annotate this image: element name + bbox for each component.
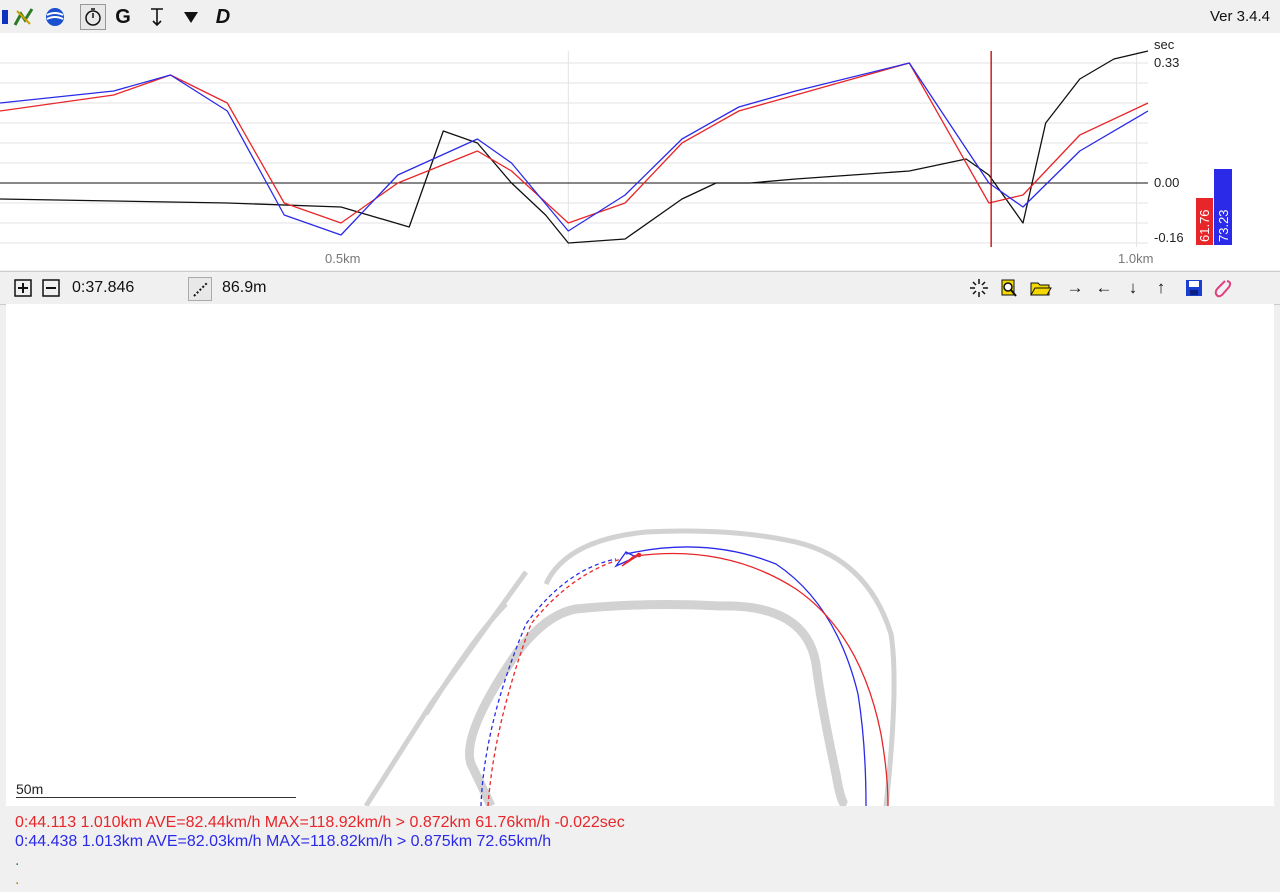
version-label: Ver 3.4.4 bbox=[1209, 8, 1270, 25]
map-toolbar: 0:37.846 86.9m → ← ↓ ↑ bbox=[0, 271, 1280, 305]
red-lap-line bbox=[635, 552, 889, 806]
stopwatch-icon[interactable] bbox=[80, 4, 106, 30]
measure-icon[interactable] bbox=[188, 277, 212, 301]
zoom-out-icon[interactable] bbox=[40, 277, 62, 299]
lap-info-red: 0:44.113 1.010km AVE=82.44km/h MAX=118.9… bbox=[15, 814, 625, 831]
clip-icon[interactable] bbox=[1212, 277, 1234, 299]
track-boundary-outer bbox=[543, 528, 897, 806]
chart-tool-icon[interactable] bbox=[10, 4, 36, 30]
x-tick-label: 0.5km bbox=[325, 251, 360, 266]
y-unit-label: sec bbox=[1154, 37, 1175, 52]
chart-svg: sec 0.33 0.00 -0.16 0.5km 1.0km 61.76 73… bbox=[0, 37, 1232, 266]
scale-bar bbox=[16, 797, 296, 798]
arrow-left-icon[interactable]: ← bbox=[1093, 277, 1115, 299]
zoom-in-icon[interactable] bbox=[12, 277, 34, 299]
y-bot-label: -0.16 bbox=[1154, 230, 1184, 245]
track-map[interactable] bbox=[6, 304, 1274, 806]
search-icon[interactable] bbox=[998, 277, 1020, 299]
altitude-icon[interactable] bbox=[144, 4, 170, 30]
x-tick-label: 1.0km bbox=[1118, 251, 1153, 266]
save-icon[interactable] bbox=[1183, 277, 1205, 299]
track-boundary-inner bbox=[464, 600, 849, 806]
open-folder-icon[interactable] bbox=[1030, 277, 1052, 299]
globe-icon[interactable] bbox=[42, 4, 68, 30]
time-diff-chart: sec 0.33 0.00 -0.16 0.5km 1.0km 61.76 73… bbox=[0, 33, 1280, 270]
arrow-down-icon[interactable]: ↓ bbox=[1122, 277, 1144, 299]
chart-series-line-2 bbox=[0, 62, 1149, 236]
lap-info-green: . bbox=[15, 852, 20, 869]
y-top-label: 0.33 bbox=[1154, 55, 1179, 70]
scale-label: 50m bbox=[16, 781, 44, 797]
red-speed-value: 61.76 bbox=[1197, 209, 1212, 242]
y-mid-label: 0.00 bbox=[1154, 175, 1179, 190]
track-map-svg bbox=[363, 528, 897, 806]
arrow-right-icon[interactable]: → bbox=[1064, 277, 1086, 299]
chart-series-line-0 bbox=[0, 50, 1149, 244]
lap-info-yellow: . bbox=[15, 871, 20, 888]
red-position-dot bbox=[636, 552, 642, 558]
lap-info-panel: 0:44.113 1.010km AVE=82.44km/h MAX=118.9… bbox=[0, 806, 1280, 892]
d-icon[interactable]: D bbox=[210, 4, 236, 30]
arrow-up-icon[interactable]: ↑ bbox=[1150, 277, 1172, 299]
lap-info-blue: 0:44.438 1.013km AVE=82.03km/h MAX=118.8… bbox=[15, 833, 552, 850]
marker-icon[interactable] bbox=[178, 4, 204, 30]
g-force-icon[interactable]: G bbox=[110, 4, 136, 30]
map-distance-readout: 86.9m bbox=[222, 279, 267, 296]
blue-speed-value: 73.23 bbox=[1216, 209, 1231, 242]
center-icon[interactable] bbox=[968, 277, 990, 299]
map-time-readout: 0:37.846 bbox=[72, 279, 135, 296]
main-toolbar: G D Ver 3.4.4 bbox=[0, 0, 1280, 34]
